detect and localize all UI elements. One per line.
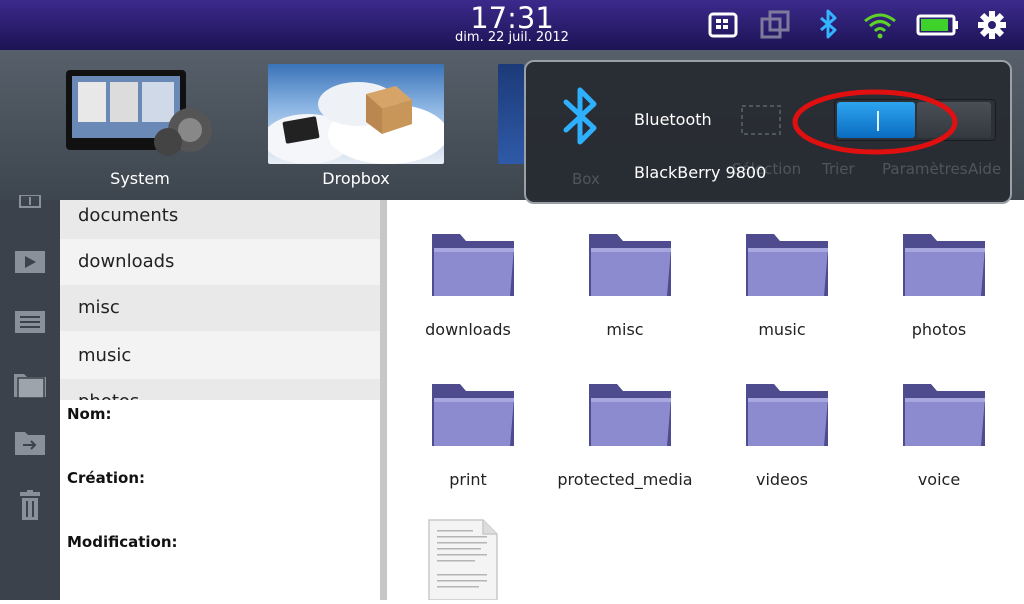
folder-list: documents downloads misc music photos [60, 200, 380, 400]
info-icon[interactable] [12, 194, 48, 224]
document-icon[interactable] [427, 518, 501, 601]
properties-panel: Nom: Création: Modification: [60, 400, 380, 600]
highlight-annotation [792, 89, 958, 155]
side-rail [0, 194, 60, 600]
name-label: Nom: [67, 405, 112, 423]
folder-icon [589, 384, 671, 446]
box-icon [498, 64, 524, 164]
app-label: Dropbox [322, 169, 390, 188]
folder-label: misc [606, 320, 644, 339]
date: dim. 22 juil. 2012 [455, 30, 569, 45]
folder-label: music [758, 320, 806, 339]
folder-item[interactable]: photos [864, 206, 1014, 339]
folder-icon [746, 234, 828, 296]
list-item[interactable]: photos [60, 379, 380, 400]
list-item[interactable]: misc [60, 285, 380, 331]
pane-divider[interactable] [380, 200, 387, 600]
app-card-system[interactable]: System [50, 64, 230, 194]
folder-icon [903, 384, 985, 446]
wifi-icon[interactable] [862, 8, 898, 42]
folder-icon [746, 384, 828, 446]
list-icon[interactable] [12, 308, 48, 338]
dropbox-icon [268, 64, 444, 164]
list-item[interactable]: music [60, 333, 380, 379]
move-icon[interactable] [12, 428, 48, 458]
folder-item[interactable]: videos [707, 356, 857, 489]
app-card-dropbox[interactable]: Dropbox [268, 64, 446, 194]
bluetooth-title: Bluetooth [634, 110, 712, 129]
folder-icon [432, 234, 514, 296]
ghost-label: Box [572, 170, 600, 188]
folder-item[interactable]: music [707, 206, 857, 339]
folder-icon [432, 384, 514, 446]
folder-label: protected_media [557, 470, 693, 489]
battery-icon[interactable] [916, 8, 958, 42]
folder-label: voice [917, 470, 961, 489]
multitask-icon[interactable] [757, 8, 793, 42]
bluetooth-large-icon [560, 84, 600, 150]
folder-item[interactable]: misc [550, 206, 700, 339]
folder-item[interactable]: voice [864, 356, 1014, 489]
folder-label: photos [911, 320, 967, 339]
selection-icon [741, 105, 781, 135]
gear-icon[interactable] [974, 8, 1010, 42]
folder-item[interactable]: protected_media [550, 356, 700, 489]
modified-label: Modification: [67, 533, 178, 551]
bluetooth-device-name: BlackBerry 9800 [634, 163, 767, 182]
bluetooth-icon[interactable] [810, 8, 846, 42]
folder-item[interactable]: print [393, 356, 543, 489]
app-label: System [110, 169, 170, 188]
bbm-icon[interactable] [705, 8, 741, 42]
ghost-label: Paramètres [882, 160, 968, 178]
created-label: Création: [67, 469, 145, 487]
list-item[interactable]: documents [60, 200, 380, 239]
status-bar: 17:31 dim. 22 juil. 2012 [0, 0, 1024, 50]
trash-icon[interactable] [12, 490, 48, 520]
folders-icon[interactable] [12, 368, 48, 399]
folder-label: downloads [425, 320, 511, 339]
folder-icon [589, 234, 671, 296]
playbook-device-icon [60, 64, 220, 164]
folder-label: videos [755, 470, 809, 489]
play-icon[interactable] [12, 248, 48, 278]
folder-label: print [449, 470, 487, 489]
folder-item[interactable]: downloads [393, 206, 543, 339]
file-grid: downloads misc music photos print protec… [387, 200, 1024, 601]
ghost-label: Aide [968, 160, 1002, 178]
ghost-label: Trier [822, 160, 855, 178]
list-item[interactable]: downloads [60, 239, 380, 285]
folder-icon [903, 234, 985, 296]
